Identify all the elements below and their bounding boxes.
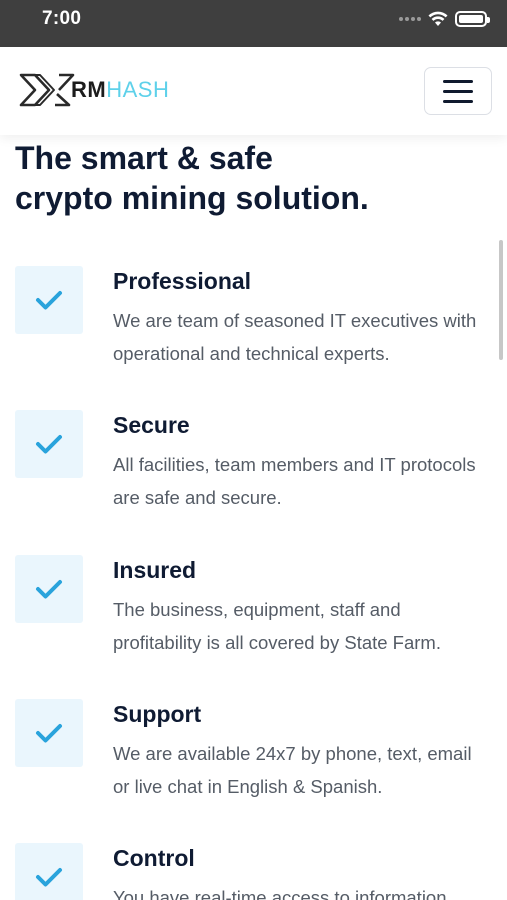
status-icons xyxy=(399,11,490,27)
headline-line-2: crypto mining solution. xyxy=(15,180,369,216)
feature-description: We are team of seasoned IT executives wi… xyxy=(113,310,477,364)
main-content: The smart & safe crypto mining solution.… xyxy=(0,135,507,900)
feature-title: Insured xyxy=(113,557,197,583)
navbar: RM HASH xyxy=(0,47,507,135)
scrollbar[interactable] xyxy=(499,240,503,360)
feature-description: We are available 24x7 by phone, text, em… xyxy=(113,743,472,797)
checkmark-icon xyxy=(15,410,83,478)
hero-headline: The smart & safe crypto mining solution. xyxy=(15,138,369,218)
feature-description: All facilities, team members and IT prot… xyxy=(113,454,476,508)
hamburger-menu-icon-line xyxy=(443,89,473,93)
feature-title: Professional xyxy=(113,268,252,294)
logo-x-mark-icon xyxy=(19,73,75,107)
hamburger-menu-button[interactable] xyxy=(424,67,492,115)
feature-title: Support xyxy=(113,701,202,727)
wifi-icon xyxy=(428,11,448,26)
logo-text-rm: RM xyxy=(71,77,107,102)
checkmark-icon xyxy=(15,266,83,334)
status-time: 7:00 xyxy=(42,8,82,29)
feature-description: The business, equipment, staff and profi… xyxy=(113,599,441,653)
feature-title: Control xyxy=(113,845,195,871)
checkmark-icon xyxy=(15,843,83,900)
cellular-signal-icon xyxy=(399,17,421,21)
logo-text-hash: HASH xyxy=(106,77,170,102)
feature-description: You have real-time access to information xyxy=(113,887,447,900)
hamburger-menu-icon-line xyxy=(443,99,473,103)
headline-prefix: The xyxy=(15,140,81,176)
logo[interactable]: RM HASH xyxy=(19,72,169,108)
checkmark-icon xyxy=(15,699,83,767)
status-bar: 7:00 xyxy=(0,0,507,47)
hamburger-menu-icon-line xyxy=(443,79,473,83)
feature-title: Secure xyxy=(113,412,190,438)
battery-icon xyxy=(455,11,490,27)
checkmark-icon xyxy=(15,555,83,623)
headline-highlight: smart & safe xyxy=(80,140,273,176)
